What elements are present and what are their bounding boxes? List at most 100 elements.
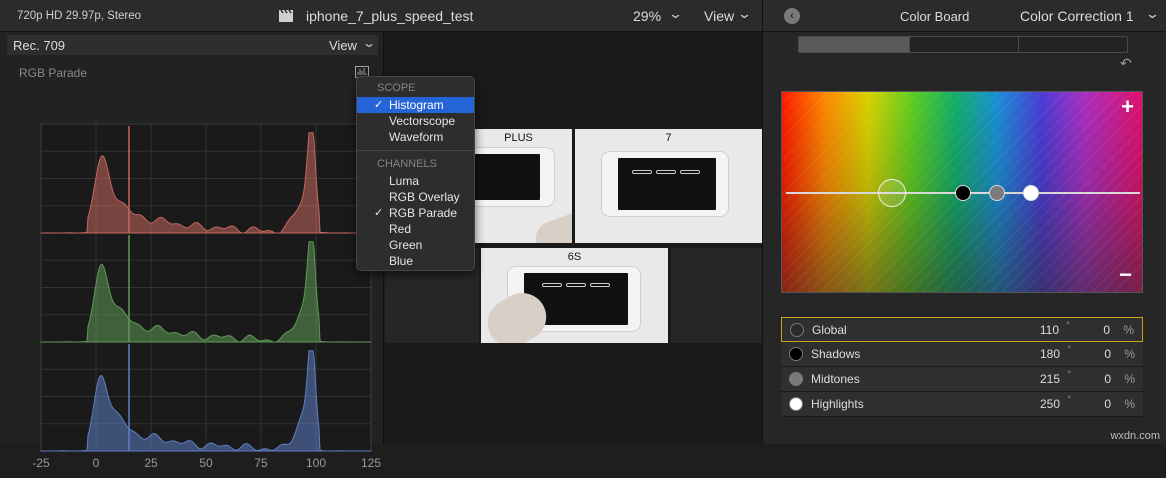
menu-item-label: Blue xyxy=(389,254,414,268)
correction-selector[interactable]: Color Correction 1 xyxy=(1020,8,1134,24)
back-arrow-icon[interactable]: ‹ xyxy=(784,8,800,24)
menu-item-rgb-parade[interactable]: ✓ RGB Parade xyxy=(357,205,474,221)
degree-symbol: ° xyxy=(1067,369,1071,379)
empty-tile xyxy=(671,248,762,343)
row-highlights[interactable]: Highlights 250 ° 0% xyxy=(781,392,1143,417)
menu-item-histogram[interactable]: ✓ Histogram xyxy=(357,97,474,113)
menu-item-label: Vectorscope xyxy=(389,114,456,128)
degree-symbol: ° xyxy=(1067,394,1071,404)
tab-saturation[interactable] xyxy=(909,37,1018,52)
menu-item-green[interactable]: Green xyxy=(357,237,474,253)
tab-exposure[interactable] xyxy=(1018,37,1127,52)
menu-item-label: Green xyxy=(389,238,423,252)
watermark: wxdn.com xyxy=(1110,430,1160,442)
percent-value[interactable]: 0 xyxy=(1104,397,1111,411)
percent-symbol: % xyxy=(1124,372,1135,386)
scope-view-button[interactable]: View xyxy=(329,38,357,53)
format-label: 720p HD 29.97p, Stereo xyxy=(17,10,142,22)
tile-label-7: 7 xyxy=(665,132,672,144)
project-title: iphone_7_plus_speed_test xyxy=(306,8,474,24)
row-shadows[interactable]: Shadows 180 ° 0% xyxy=(781,342,1143,367)
scope-header: Rec. 709 View ⌄ xyxy=(7,35,378,55)
zoom-level[interactable]: 29% xyxy=(633,8,661,24)
rgb-parade-histogram: -25 0 25 50 75 100 125 xyxy=(32,123,381,470)
viewer-view-button[interactable]: View xyxy=(704,8,734,24)
angle-value[interactable]: 250 xyxy=(1040,397,1060,411)
menu-item-vectorscope[interactable]: Vectorscope xyxy=(357,113,474,129)
percent-symbol: % xyxy=(1124,397,1135,411)
color-board-tabs xyxy=(798,36,1128,53)
clapperboard-icon xyxy=(279,9,293,22)
chevron-down-icon[interactable]: ⌄ xyxy=(1145,6,1160,22)
phone-image xyxy=(601,151,729,217)
tile-label-6s: 6S xyxy=(567,251,582,263)
midtones-puck-icon[interactable] xyxy=(789,372,803,386)
checkmark-icon: ✓ xyxy=(374,99,384,111)
chevron-down-icon[interactable]: ⌄ xyxy=(668,6,683,22)
x-tick-label: 50 xyxy=(199,456,213,470)
percent-symbol: % xyxy=(1124,347,1135,361)
menu-item-label: RGB Overlay xyxy=(389,190,460,204)
checkmark-icon: ✓ xyxy=(374,207,384,219)
x-tick-label: 0 xyxy=(93,456,100,470)
midtones-puck[interactable] xyxy=(989,185,1005,201)
angle-value[interactable]: 215 xyxy=(1040,372,1060,386)
color-board-area[interactable]: + − xyxy=(781,91,1143,293)
plus-icon: + xyxy=(1121,94,1134,119)
menu-item-label: Waveform xyxy=(389,130,444,144)
row-label: Midtones xyxy=(811,372,860,386)
menu-header-channels: CHANNELS xyxy=(377,158,437,170)
global-puck[interactable] xyxy=(878,179,906,207)
row-label: Shadows xyxy=(811,347,861,361)
menu-item-label: Histogram xyxy=(389,98,444,112)
highlights-puck-icon[interactable] xyxy=(789,397,803,411)
scope-name: RGB Parade xyxy=(19,66,88,80)
menu-divider xyxy=(357,150,474,151)
color-board-values: Global 110 ° 0% Shadows 180 ° 0% Midtones 215 ° 0% H… xyxy=(781,317,1143,417)
x-tick-label: -25 xyxy=(32,456,50,470)
minus-icon: − xyxy=(1119,262,1132,287)
menu-header-scope: SCOPE xyxy=(377,82,416,94)
row-label: Global xyxy=(812,323,847,337)
video-tile-7: 7 xyxy=(575,129,762,243)
viewer-toolbar: 720p HD 29.97p, Stereo iphone_7_plus_spe… xyxy=(0,0,762,32)
menu-item-label: Red xyxy=(389,222,412,236)
hand-image xyxy=(530,207,572,243)
percent-symbol: % xyxy=(1123,323,1134,337)
video-tile-6s: 6S xyxy=(481,248,668,343)
tab-color[interactable] xyxy=(799,37,909,52)
row-global[interactable]: Global 110 ° 0% xyxy=(781,317,1143,342)
menu-item-label: Luma xyxy=(389,174,420,188)
menu-item-luma[interactable]: Luma xyxy=(357,173,474,189)
color-board-title: Color Board xyxy=(900,9,970,24)
x-tick-label: 125 xyxy=(361,456,381,470)
percent-value[interactable]: 0 xyxy=(1104,372,1111,386)
percent-value[interactable]: 0 xyxy=(1104,347,1111,361)
shadows-puck-icon[interactable] xyxy=(789,347,803,361)
menu-item-red[interactable]: Red xyxy=(357,221,474,237)
inspector-header: ‹ Color Board Color Correction 1 ⌄ xyxy=(763,0,1166,32)
percent-value[interactable]: 0 xyxy=(1103,323,1110,337)
x-tick-label: 25 xyxy=(144,456,158,470)
global-puck-icon[interactable] xyxy=(790,323,804,337)
menu-item-rgb-overlay[interactable]: RGB Overlay xyxy=(357,189,474,205)
chevron-down-icon[interactable]: ⌄ xyxy=(362,36,376,50)
chevron-down-icon[interactable]: ⌄ xyxy=(737,6,752,22)
menu-item-blue[interactable]: Blue xyxy=(357,253,474,269)
highlights-puck[interactable] xyxy=(1023,185,1039,201)
video-scopes-panel: Rec. 709 View ⌄ RGB Parade -25 0 25 50 75 100… xyxy=(0,32,384,470)
shadows-puck[interactable] xyxy=(955,185,971,201)
scope-dropdown-menu: SCOPE ✓ Histogram Vectorscope Waveform CH… xyxy=(356,76,475,271)
degree-symbol: ° xyxy=(1067,344,1071,354)
color-board-inspector: ‹ Color Board Color Correction 1 ⌄ ↶ + −… xyxy=(762,0,1166,444)
angle-value[interactable]: 110 xyxy=(1040,323,1059,337)
row-midtones[interactable]: Midtones 215 ° 0% xyxy=(781,367,1143,392)
row-label: Highlights xyxy=(811,397,864,411)
color-space-label: Rec. 709 xyxy=(13,38,66,53)
x-tick-label: 75 xyxy=(254,456,268,470)
menu-item-label: RGB Parade xyxy=(389,206,458,220)
menu-item-waveform[interactable]: Waveform xyxy=(357,129,474,145)
angle-value[interactable]: 180 xyxy=(1040,347,1060,361)
x-tick-label: 100 xyxy=(306,456,326,470)
reset-icon[interactable]: ↶ xyxy=(1120,55,1132,72)
